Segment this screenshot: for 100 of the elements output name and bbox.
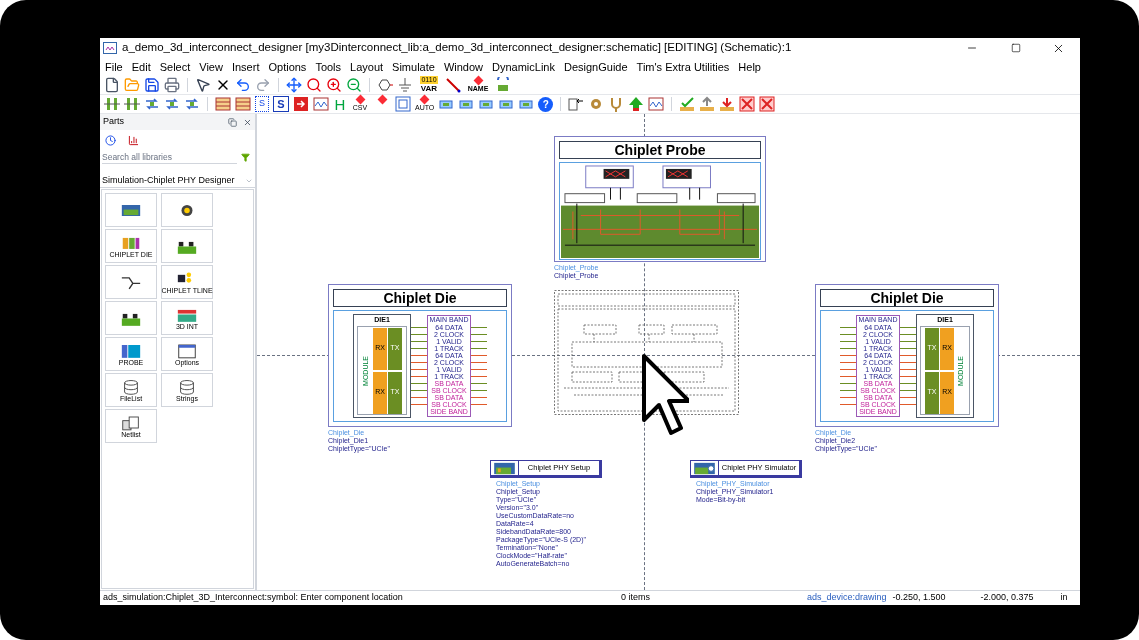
menu-item[interactable]: Layout bbox=[350, 58, 384, 76]
part-palette-item[interactable] bbox=[105, 193, 157, 227]
recent-icon[interactable] bbox=[105, 134, 116, 146]
frame-icon[interactable] bbox=[395, 96, 411, 112]
filter-icon[interactable] bbox=[241, 152, 250, 162]
app-icon bbox=[103, 42, 117, 54]
menu-item[interactable]: Tools bbox=[315, 58, 342, 76]
port-icon[interactable] bbox=[377, 77, 393, 93]
check-icon[interactable] bbox=[679, 96, 696, 112]
move-icon[interactable] bbox=[286, 77, 302, 93]
window-title: a_demo_3d_interconnect_designer [my3Dinterconnect_lib:a_demo_3d_interconnect_designer:schematic] [EDITING] (Schematic):1 bbox=[122, 40, 793, 56]
component-icon bbox=[691, 460, 719, 476]
signal-line bbox=[471, 390, 487, 391]
library-dropdown[interactable]: Simulation-Chiplet PHY Designer bbox=[100, 174, 255, 188]
signal-line bbox=[900, 355, 916, 356]
library-icon[interactable] bbox=[128, 134, 139, 146]
signal-line bbox=[471, 348, 487, 349]
signal-line bbox=[471, 362, 487, 363]
menu-item[interactable]: Tim's Extra Utilities bbox=[636, 58, 730, 76]
signal-line bbox=[471, 355, 487, 356]
menu-item[interactable]: Help bbox=[738, 58, 761, 76]
signal-line bbox=[471, 369, 487, 370]
doc-icon[interactable]: S bbox=[255, 96, 269, 112]
status-coordinates: -2.000, 0.375 bbox=[980, 591, 1035, 605]
menu-item[interactable]: View bbox=[199, 58, 223, 76]
zoom-in-icon[interactable] bbox=[326, 77, 342, 93]
pin-icon[interactable] bbox=[495, 77, 511, 93]
signal-line bbox=[900, 390, 916, 391]
signal-line bbox=[471, 334, 487, 335]
stripes-icon[interactable] bbox=[235, 96, 251, 112]
save-icon[interactable] bbox=[144, 77, 160, 93]
menu-item[interactable]: Select bbox=[159, 58, 191, 76]
signal-line bbox=[900, 341, 916, 342]
signal-line bbox=[900, 362, 916, 363]
swap-icon[interactable] bbox=[184, 96, 200, 112]
swap-icon[interactable] bbox=[164, 96, 180, 112]
component-title: Chiplet Die bbox=[820, 289, 994, 307]
zoom-icon[interactable] bbox=[306, 77, 322, 93]
status-coordinates: -0.250, 1.500 bbox=[892, 591, 947, 605]
print-icon[interactable] bbox=[164, 77, 180, 93]
schematic-canvas[interactable] bbox=[256, 114, 1080, 590]
wave-icon[interactable] bbox=[648, 96, 665, 112]
menu-item[interactable]: Insert bbox=[231, 58, 260, 76]
zoom-out-icon[interactable] bbox=[346, 77, 362, 93]
component-symbol[interactable]: Chiplet Probe bbox=[554, 136, 766, 262]
menu-item[interactable]: DynamicLink bbox=[492, 58, 555, 76]
signal-line bbox=[471, 341, 487, 342]
menu-item[interactable]: DesignGuide bbox=[564, 58, 628, 76]
float-icon[interactable] bbox=[228, 117, 237, 127]
cross-box-icon[interactable] bbox=[739, 96, 756, 112]
component-title: Chiplet Probe bbox=[559, 141, 761, 159]
swap-icon[interactable] bbox=[144, 96, 160, 112]
part-palette-item[interactable] bbox=[161, 193, 213, 227]
status-count: 0 items bbox=[621, 591, 651, 605]
help-icon[interactable]: ? bbox=[538, 96, 554, 112]
search-field[interactable]: Search all libraries bbox=[102, 150, 237, 164]
stripes-icon[interactable] bbox=[215, 96, 231, 112]
pin-pair-icon[interactable] bbox=[124, 96, 140, 112]
cross-box-icon[interactable] bbox=[759, 96, 776, 112]
signal-line bbox=[900, 369, 916, 370]
new-file-icon[interactable] bbox=[104, 77, 120, 93]
doc-icon[interactable]: S bbox=[273, 96, 289, 112]
signal-line bbox=[900, 376, 916, 377]
download-icon[interactable] bbox=[719, 96, 736, 112]
component-icon bbox=[120, 413, 142, 431]
component-icon bbox=[176, 341, 198, 359]
component-title: Chiplet Die bbox=[333, 289, 507, 307]
undo-icon[interactable] bbox=[235, 77, 251, 93]
arrow-box-icon[interactable] bbox=[293, 96, 309, 112]
signal-line bbox=[900, 334, 916, 335]
maximize-icon[interactable] bbox=[1011, 43, 1021, 53]
wire-icon[interactable] bbox=[445, 77, 461, 93]
component-icon bbox=[491, 460, 519, 476]
wave-icon[interactable] bbox=[313, 96, 329, 112]
panel-title: Parts bbox=[103, 115, 125, 129]
pin-pair-icon[interactable] bbox=[104, 96, 120, 112]
signal-line bbox=[900, 348, 916, 349]
signal-line bbox=[900, 397, 916, 398]
upload-icon[interactable] bbox=[699, 96, 716, 112]
redo-icon[interactable] bbox=[255, 77, 271, 93]
signal-line bbox=[900, 404, 916, 405]
arrow-icon[interactable] bbox=[568, 96, 585, 112]
signal-line bbox=[471, 376, 487, 377]
ground-icon[interactable] bbox=[397, 77, 413, 93]
status-message: ads_simulation:Chiplet_3D_Interconnect:symbol: Enter component location bbox=[103, 591, 404, 605]
status-units: in bbox=[1060, 591, 1068, 605]
menu-item[interactable]: Options bbox=[268, 58, 307, 76]
menu-item[interactable]: Simulate bbox=[392, 58, 435, 76]
signal-line bbox=[471, 404, 487, 405]
menu-item[interactable]: Window bbox=[443, 58, 483, 76]
signal-line bbox=[471, 397, 487, 398]
menu-item[interactable]: Edit bbox=[131, 58, 151, 76]
up-arrow-icon[interactable] bbox=[628, 96, 645, 112]
menu-item[interactable]: File bbox=[105, 58, 123, 76]
pointer-icon[interactable] bbox=[195, 77, 211, 93]
signal-line bbox=[900, 383, 916, 384]
signal-line bbox=[471, 327, 487, 328]
signal-line bbox=[471, 383, 487, 384]
signal-line bbox=[900, 327, 916, 328]
status-context: ads_device:drawing bbox=[807, 591, 887, 605]
